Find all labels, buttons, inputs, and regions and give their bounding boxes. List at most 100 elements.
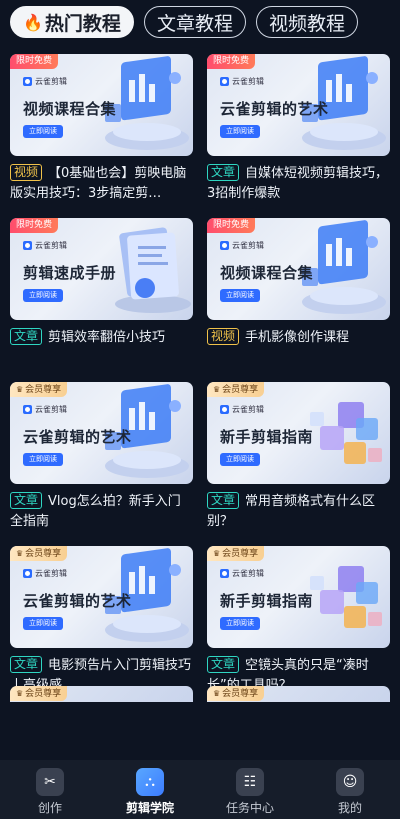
vip-badge: ♛ 会员尊享 bbox=[10, 382, 68, 397]
course-card[interactable]: 限时免费云雀剪辑视频课程合集立即阅读视频 【0基础也会】剪映电脑版实用技巧：3步搞… bbox=[10, 54, 193, 208]
nav-label: 任务中心 bbox=[225, 801, 274, 815]
fire-icon: 🔥 bbox=[23, 12, 43, 32]
crown-icon: ♛ bbox=[213, 689, 221, 698]
logo-icon bbox=[23, 569, 32, 578]
type-tag: 视频 bbox=[10, 164, 43, 181]
brand-logo: 云雀剪辑 bbox=[23, 404, 67, 415]
thumbnail-title: 云雀剪辑的艺术 bbox=[23, 592, 132, 610]
brand-logo: 云雀剪辑 bbox=[23, 76, 67, 87]
crown-icon: ♛ bbox=[213, 385, 221, 394]
course-card[interactable]: ♛会员尊享云雀剪辑云雀剪辑的艺术立即阅读文章电影预告片入门剪辑技巧丨高级感 bbox=[10, 546, 193, 700]
vip-badge: ♛ 会员尊享 bbox=[207, 382, 265, 397]
free-badge: 限时免费 bbox=[10, 54, 59, 69]
course-card[interactable]: 限时免费云雀剪辑视频课程合集立即阅读视频 手机影像创作课程 bbox=[207, 218, 390, 372]
tab-1[interactable]: 文章教程 bbox=[143, 6, 246, 38]
thumbnail-title: 云雀剪辑的艺术 bbox=[220, 100, 329, 118]
brand-logo: 云雀剪辑 bbox=[220, 404, 264, 415]
free-badge: 限时免费 bbox=[207, 218, 256, 233]
brand-logo: 云雀剪辑 bbox=[220, 568, 264, 579]
card-thumbnail[interactable]: ♛ 会员尊享 云雀剪辑 新手剪辑指南 立即阅读 bbox=[207, 546, 390, 648]
read-now-button[interactable]: 立即阅读 bbox=[220, 617, 260, 630]
card-thumbnail[interactable]: ♛ 会员尊享 云雀剪辑 云雀剪辑的艺术 立即阅读 bbox=[10, 382, 193, 484]
course-card[interactable]: ♛ 会员尊享云雀剪辑新手剪辑指南立即阅读文章 常用音频格式有什么区别？ bbox=[207, 382, 390, 536]
thumbnail-title: 新手剪辑指南 bbox=[220, 592, 314, 610]
type-tag: 文章 bbox=[10, 492, 43, 509]
course-card[interactable]: 限时免费云雀剪辑云雀剪辑的艺术立即阅读文章 自媒体短视频剪辑技巧，3招制作爆款 bbox=[207, 54, 390, 208]
tab-2[interactable]: 视频教程 bbox=[255, 6, 358, 38]
type-tag: 文章 bbox=[10, 328, 43, 345]
logo-icon bbox=[23, 77, 32, 86]
course-card[interactable]: ♛会员尊享云雀剪辑新手剪辑指南立即阅读文章空镜头真的只是“凑时长”的工具吗？ bbox=[207, 546, 390, 700]
read-now-button[interactable]: 立即阅读 bbox=[220, 125, 260, 138]
crown-icon: ♛ bbox=[16, 385, 24, 394]
type-tag: 文章 bbox=[10, 656, 43, 673]
card-thumbnail[interactable]: 限时免费云雀剪辑云雀剪辑的艺术立即阅读 bbox=[207, 54, 390, 156]
card-title: 剪辑效率翻倍小技巧 bbox=[48, 330, 166, 345]
thumbnail-title: 新手剪辑指南 bbox=[220, 428, 314, 446]
brand-logo: 云雀剪辑 bbox=[220, 76, 264, 87]
nav-label: 剪辑学院 bbox=[125, 801, 174, 815]
type-tag: 视频 bbox=[207, 328, 240, 345]
type-tag: 文章 bbox=[207, 164, 240, 181]
logo-icon bbox=[220, 241, 229, 250]
card-thumbnail[interactable]: ♛ 会员尊享云雀剪辑云雀剪辑的艺术立即阅读 bbox=[10, 546, 193, 648]
type-tag: 文章 bbox=[207, 492, 240, 509]
profile-icon: ☺ bbox=[336, 768, 364, 796]
vip-badge: ♛ 会员尊享 bbox=[10, 546, 68, 561]
course-grid: 限时免费 云雀剪辑 视频课程合集 立即阅读 视频 【0基础也会】剪映电脑版实用技巧：3步搞… bbox=[10, 54, 390, 700]
card-thumbnail[interactable]: ♛ 会员尊享云雀剪辑新手剪辑指南立即阅读 bbox=[207, 382, 390, 484]
task-icon: ☷ bbox=[236, 768, 264, 796]
thumbnail-title: 视频课程合集 bbox=[23, 100, 117, 118]
course-card[interactable]: ♛ 会员尊享 云雀剪辑 云雀剪辑的艺术 立即阅读 文章 Vlog怎么拍？新手入门全指南 bbox=[10, 382, 193, 536]
read-now-button[interactable]: 立即阅读 bbox=[23, 617, 63, 630]
read-now-button[interactable]: 立即阅读 bbox=[220, 453, 260, 466]
card-title: 手机影像创作课程 bbox=[245, 330, 350, 345]
bottom-nav: ✂ 创作 ⛬ 剪辑学院 ☷ 任务中心 ☺ 我的 bbox=[0, 760, 400, 819]
card-thumbnail[interactable]: 限时免费云雀剪辑视频课程合集立即阅读 bbox=[10, 54, 193, 156]
card-caption[interactable]: 视频 手机影像创作课程 bbox=[207, 328, 390, 348]
scissors-icon: ✂ bbox=[36, 768, 64, 796]
tab-label: 热门教程 bbox=[44, 12, 121, 35]
free-badge: 限时免费 bbox=[10, 218, 59, 233]
crown-icon: ♛ bbox=[213, 549, 221, 558]
card-thumbnail[interactable]: 限时免费云雀剪辑视频课程合集立即阅读 bbox=[207, 218, 390, 320]
crown-icon: ♛ bbox=[16, 689, 24, 698]
read-now-button[interactable]: 立即阅读 bbox=[23, 453, 63, 466]
type-tag: 文章 bbox=[207, 656, 240, 673]
brand-logo: 云雀剪辑 bbox=[220, 240, 264, 251]
card-caption[interactable]: 文章 剪辑效率翻倍小技巧 bbox=[10, 328, 193, 348]
card-thumbnail[interactable]: 限时免费云雀剪辑剪辑速成手册立即阅读 bbox=[10, 218, 193, 320]
tab-bar: 🔥 热门教程 文章教程 视频教程 bbox=[10, 6, 400, 38]
thumbnail-title: 剪辑速成手册 bbox=[23, 264, 117, 282]
vip-badge: ♛ 会员尊享 bbox=[10, 686, 68, 701]
card-caption[interactable]: 视频 【0基础也会】剪映电脑版实用技巧：3步搞定剪… bbox=[10, 164, 193, 204]
brand-logo: 云雀剪辑 bbox=[23, 568, 67, 579]
crown-icon: ♛ bbox=[16, 549, 24, 558]
tab-0[interactable]: 🔥 热门教程 bbox=[10, 6, 134, 38]
nav-label: 我的 bbox=[337, 801, 362, 815]
read-now-button[interactable]: 立即阅读 bbox=[23, 125, 63, 138]
vip-badge: ♛ 会员尊享 bbox=[207, 686, 265, 701]
logo-icon bbox=[220, 405, 229, 414]
card-caption[interactable]: 文章 Vlog怎么拍？新手入门全指南 bbox=[10, 492, 193, 532]
logo-icon bbox=[220, 77, 229, 86]
logo-icon bbox=[220, 569, 229, 578]
read-now-button[interactable]: 立即阅读 bbox=[23, 289, 63, 302]
card-caption[interactable]: 文章 自媒体短视频剪辑技巧，3招制作爆款 bbox=[207, 164, 390, 204]
nav-item-1[interactable]: ⛬ 剪辑学院 bbox=[100, 760, 200, 819]
nav-item-2[interactable]: ☷ 任务中心 bbox=[200, 760, 300, 819]
nav-item-3[interactable]: ☺ 我的 bbox=[300, 760, 400, 819]
read-now-button[interactable]: 立即阅读 bbox=[220, 289, 260, 302]
card-caption[interactable]: 文章 常用音频格式有什么区别？ bbox=[207, 492, 390, 532]
academy-icon: ⛬ bbox=[136, 768, 164, 796]
tab-label: 文章教程 bbox=[156, 12, 233, 35]
brand-logo: 云雀剪辑 bbox=[23, 240, 67, 251]
thumbnail-title: 视频课程合集 bbox=[220, 264, 314, 282]
partial-card[interactable]: ♛ 会员尊享 bbox=[207, 686, 390, 702]
free-badge: 限时免费 bbox=[207, 54, 256, 69]
logo-icon bbox=[23, 405, 32, 414]
course-card[interactable]: 限时免费云雀剪辑剪辑速成手册立即阅读文章 剪辑效率翻倍小技巧 bbox=[10, 218, 193, 372]
nav-label: 创作 bbox=[37, 801, 62, 815]
partial-card[interactable]: ♛ 会员尊享 bbox=[10, 686, 193, 702]
nav-item-0[interactable]: ✂ 创作 bbox=[0, 760, 100, 819]
